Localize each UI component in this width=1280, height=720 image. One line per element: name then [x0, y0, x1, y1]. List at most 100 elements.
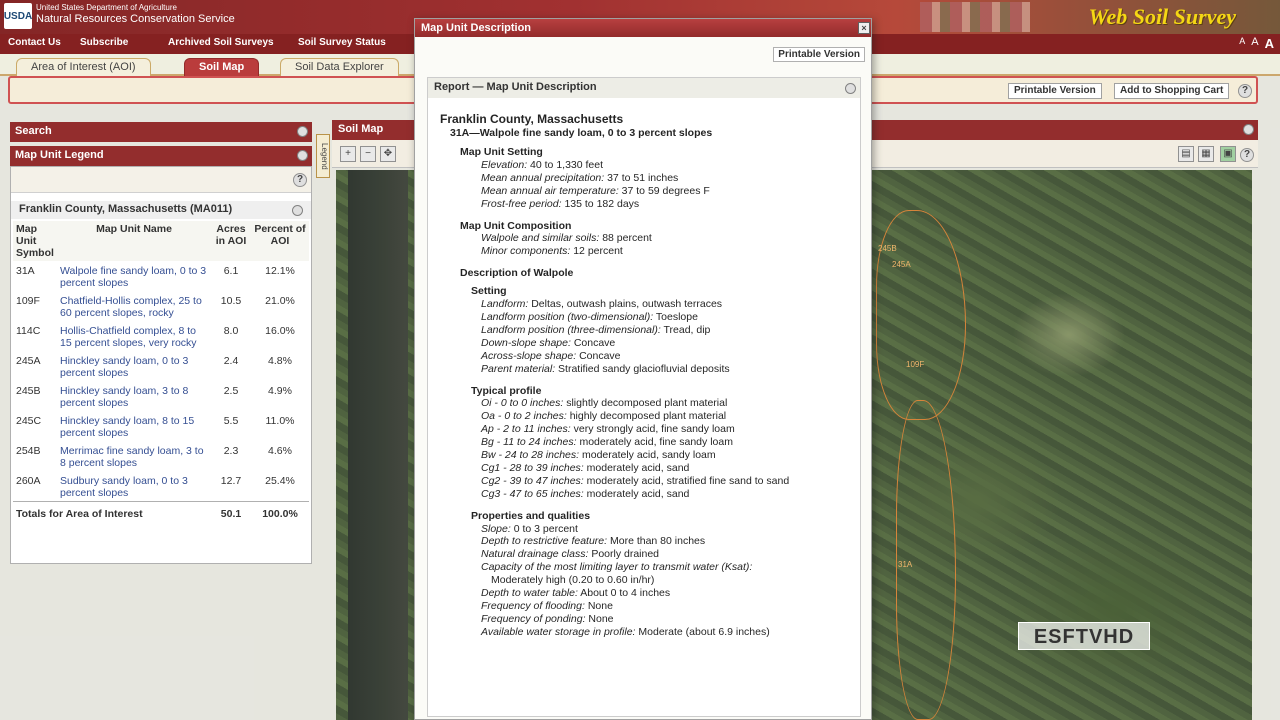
- collapse-icon[interactable]: [845, 83, 856, 94]
- report-key: Available water storage in profile:: [481, 625, 636, 638]
- composition-list: Walpole and similar soils: 88 percent Min…: [440, 232, 856, 258]
- report-line: Landform: Deltas, outwash plains, outwas…: [481, 298, 856, 311]
- add-to-cart-button[interactable]: Add to Shopping Cart: [1114, 83, 1230, 99]
- report-value: 37 to 51 inches: [607, 171, 679, 184]
- agency-line-1: United States Department of Agriculture: [36, 3, 177, 12]
- report-value: moderately acid, sand: [586, 487, 690, 500]
- tab-soil-data-explorer[interactable]: Soil Data Explorer: [280, 58, 399, 76]
- legend-symbol: 254B: [16, 445, 41, 457]
- ksat-value: Moderately high (0.20 to 0.60 in/hr): [491, 574, 655, 587]
- report-value: Concave: [573, 336, 616, 349]
- report-key: Capacity of the most limiting layer to t…: [481, 561, 753, 574]
- section-description: Description of Walpole: [460, 267, 574, 280]
- legend-percent: 4.6%: [268, 445, 292, 457]
- aoi-title-text: Franklin County, Massachusetts (MA011): [19, 203, 233, 215]
- report-value: very strongly acid, fine sandy loam: [573, 423, 735, 436]
- tab-soil-map[interactable]: Soil Map: [184, 58, 260, 76]
- report-line: Ap - 2 to 11 inches: very strongly acid,…: [481, 423, 856, 436]
- table-row[interactable]: 31A Walpole fine sandy loam, 0 to 3 perce…: [13, 261, 309, 291]
- report-key: Frequency of flooding:: [481, 600, 585, 612]
- section-setting: Setting: [471, 285, 507, 298]
- report-line: Frequency of flooding: None: [481, 600, 856, 613]
- font-small-button[interactable]: A: [1239, 36, 1245, 51]
- legend-name-link[interactable]: Walpole fine sandy loam, 0 to 3 percent …: [57, 261, 211, 291]
- report-line: Parent material: Stratified sandy glacio…: [481, 363, 856, 376]
- help-icon[interactable]: ?: [1240, 148, 1254, 162]
- report-value: None: [587, 600, 613, 612]
- legend-name-link[interactable]: Chatfield-Hollis complex, 25 to 60 perce…: [57, 291, 211, 321]
- channel-watermark: ESFTVHD: [1018, 622, 1150, 650]
- legend-percent: 4.9%: [268, 385, 292, 397]
- legend-name-link[interactable]: Hinckley sandy loam, 8 to 15 percent slo…: [57, 411, 211, 441]
- report-title: Report — Map Unit Description: [434, 81, 597, 93]
- report-value: 40 to 1,330 feet: [530, 158, 604, 171]
- help-icon[interactable]: ?: [293, 173, 307, 187]
- totals-label: Totals for Area of Interest: [13, 501, 211, 522]
- web-soil-survey-app: USDA United States Department of Agricul…: [0, 0, 1280, 720]
- report-line: Cg3 - 47 to 65 inches: moderately acid, …: [481, 488, 856, 501]
- report-value: 0 to 3 percent: [513, 522, 578, 535]
- soil-unit-label[interactable]: 31A: [898, 560, 912, 569]
- report-line: Walpole and similar soils: 88 percent: [481, 232, 856, 245]
- collapse-icon[interactable]: [1243, 124, 1254, 135]
- setting-list: Elevation: 40 to 1,330 feet Mean annual p…: [440, 159, 856, 211]
- print-map-icon[interactable]: ▦: [1198, 146, 1214, 162]
- col-header-symbol: Map Unit Symbol: [13, 221, 57, 261]
- report-value: 12 percent: [573, 245, 623, 258]
- soil-unit-label[interactable]: 109F: [906, 360, 924, 369]
- font-medium-button[interactable]: A: [1251, 36, 1258, 51]
- usda-logo[interactable]: USDA: [4, 3, 32, 29]
- legend-name-link[interactable]: Hinckley sandy loam, 3 to 8 percent slop…: [57, 381, 211, 411]
- report-key: Depth to restrictive feature:: [481, 535, 608, 548]
- tab-area-of-interest[interactable]: Area of Interest (AOI): [16, 58, 151, 76]
- legend-helpbar: ?: [11, 167, 311, 193]
- collapse-icon[interactable]: [297, 150, 308, 161]
- totals-percent: 100.0%: [251, 501, 309, 522]
- report-line: Cg2 - 39 to 47 inches: moderately acid, …: [481, 475, 856, 488]
- dialog-printable-button[interactable]: Printable Version: [773, 47, 865, 62]
- zoom-out-icon[interactable]: −: [360, 146, 376, 162]
- table-row[interactable]: 114C Hollis-Chatfield complex, 8 to 15 pe…: [13, 321, 309, 351]
- report-line: Frost-free period: 135 to 182 days: [481, 198, 856, 211]
- report-line: Mean annual air temperature: 37 to 59 de…: [481, 185, 856, 198]
- report-value: slightly decomposed plant material: [566, 397, 728, 410]
- legend-name-link[interactable]: Hollis-Chatfield complex, 8 to 15 percen…: [57, 321, 211, 351]
- table-row[interactable]: 109F Chatfield-Hollis complex, 25 to 60 p…: [13, 291, 309, 321]
- report-key: Elevation:: [481, 158, 528, 171]
- archived-surveys-link[interactable]: Archived Soil Surveys: [168, 37, 274, 48]
- collapse-icon[interactable]: [292, 205, 303, 216]
- soil-unit-label[interactable]: 245B: [878, 244, 897, 253]
- contact-us-link[interactable]: Contact Us: [8, 37, 61, 48]
- table-row[interactable]: 245C Hinckley sandy loam, 8 to 15 percent…: [13, 411, 309, 441]
- report-line: Available water storage in profile: Mode…: [481, 626, 856, 639]
- soil-boundary[interactable]: [876, 210, 966, 420]
- soil-unit-label[interactable]: 245A: [892, 260, 911, 269]
- report-value: Concave: [579, 349, 621, 362]
- survey-status-link[interactable]: Soil Survey Status: [298, 37, 386, 48]
- pan-icon[interactable]: ✥: [380, 146, 396, 162]
- legend-name-link[interactable]: Hinckley sandy loam, 0 to 3 percent slop…: [57, 351, 211, 381]
- table-row[interactable]: 245B Hinckley sandy loam, 3 to 8 percent …: [13, 381, 309, 411]
- layers-icon[interactable]: ▤: [1178, 146, 1194, 162]
- legend-name-link[interactable]: Sudbury sandy loam, 0 to 3 percent slope…: [57, 471, 211, 502]
- legend-toggle-icon[interactable]: ▣: [1220, 146, 1236, 162]
- table-row[interactable]: 260A Sudbury sandy loam, 0 to 3 percent s…: [13, 471, 309, 502]
- printable-version-button[interactable]: Printable Version: [1008, 83, 1102, 99]
- zoom-in-icon[interactable]: +: [340, 146, 356, 162]
- close-icon[interactable]: ×: [858, 22, 870, 34]
- section-typical-profile: Typical profile: [471, 384, 542, 397]
- subscribe-link[interactable]: Subscribe: [80, 37, 128, 48]
- legend-panel-header[interactable]: Map Unit Legend: [10, 146, 312, 166]
- search-panel-header[interactable]: Search: [10, 122, 312, 142]
- font-large-button[interactable]: A: [1265, 36, 1274, 51]
- help-icon[interactable]: ?: [1238, 84, 1252, 98]
- collapse-icon[interactable]: [297, 126, 308, 137]
- table-row[interactable]: 254B Merrimac fine sandy loam, 3 to 8 per…: [13, 441, 309, 471]
- legend-side-tab[interactable]: Legend: [316, 134, 330, 178]
- report-line: Frequency of ponding: None: [481, 613, 856, 626]
- report-map-unit: 31A—Walpole fine sandy loam, 0 to 3 perc…: [450, 127, 713, 139]
- table-row[interactable]: 245A Hinckley sandy loam, 0 to 3 percent …: [13, 351, 309, 381]
- dialog-titlebar[interactable]: Map Unit Description ×: [415, 19, 871, 37]
- legend-name-link[interactable]: Merrimac fine sandy loam, 3 to 8 percent…: [57, 441, 211, 471]
- report-panel: Report — Map Unit Description Franklin C…: [427, 77, 861, 717]
